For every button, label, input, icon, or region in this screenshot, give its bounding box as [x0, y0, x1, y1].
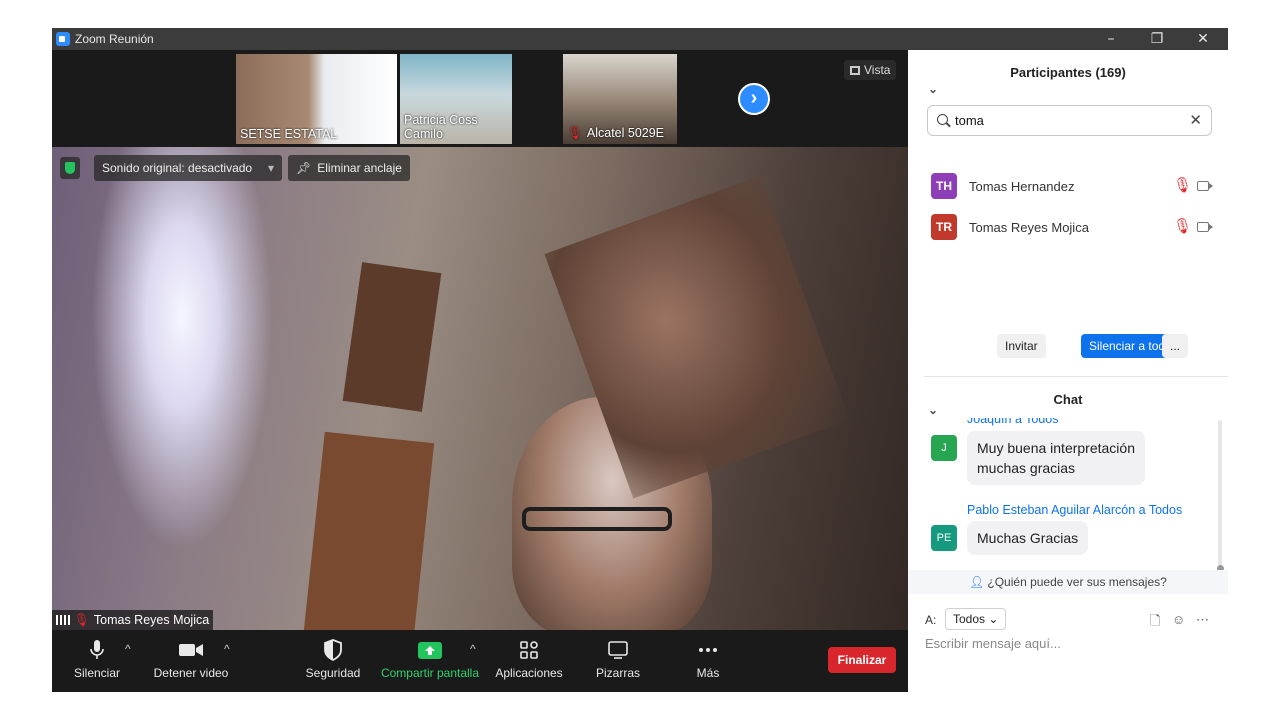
zoom-logo-icon — [56, 32, 70, 46]
speaker-glasses — [522, 507, 672, 531]
chat-sender: Pablo Esteban Aguilar Alarcón a Todos — [967, 503, 1183, 517]
chat-message: Muy buena interpretación muchas gracias — [967, 431, 1145, 485]
who-can-see-link[interactable]: 👤︎ ¿Quién puede ver sus mensajes? — [908, 570, 1228, 594]
recipient-select[interactable]: Todos ⌄ — [945, 608, 1007, 630]
participant-name: Tomas Reyes Mojica — [969, 220, 1089, 235]
search-icon — [937, 114, 948, 125]
title-bar: Zoom Reunión – ❐ ✕ — [52, 28, 1228, 50]
wall-painting — [303, 431, 435, 630]
side-panel: ⌄ Participantes (169) toma ✕ TH Tomas He… — [908, 50, 1228, 692]
participants-header: ⌄ Participantes (169) — [908, 50, 1228, 96]
thumbnail-name: 🎙︎ Alcatel 5029E — [567, 126, 665, 140]
stop-video-button[interactable]: Detener video — [150, 638, 232, 680]
end-meeting-button[interactable]: Finalizar — [828, 647, 896, 673]
more-dots-icon — [699, 648, 717, 652]
avatar: TR — [931, 214, 957, 240]
minimize-button[interactable]: – — [1088, 28, 1134, 50]
emoji-icon[interactable]: ☺︎ — [1172, 612, 1185, 627]
chat-scrollbar[interactable] — [1217, 420, 1224, 572]
video-camera-icon[interactable] — [1197, 222, 1213, 232]
clear-search-icon[interactable]: ✕ — [1189, 111, 1202, 129]
muted-mic-icon[interactable]: 🎙︎ — [1173, 217, 1192, 235]
invite-button[interactable]: Invitar — [997, 334, 1046, 358]
video-camera-icon[interactable] — [1197, 181, 1213, 191]
apps-icon — [520, 641, 538, 659]
chevron-down-icon: ▾ — [267, 161, 274, 175]
chat-sender: Joaquín a Todos — [967, 418, 1059, 426]
video-options-caret[interactable]: ^ — [224, 642, 230, 656]
video-stage: SETSE ESTATAL Patricia Coss Camilo 🎙︎ Alc… — [52, 50, 908, 692]
view-button[interactable]: Vista — [844, 60, 897, 80]
shield-icon — [324, 639, 342, 662]
muted-mic-icon: 🎙︎ — [567, 126, 583, 140]
muted-mic-icon[interactable]: 🎙︎ — [1173, 176, 1192, 194]
chat-recipient-row: A: Todos ⌄ 🗋︎ ☺︎ ⋯ — [908, 606, 1228, 634]
avatar: TH — [931, 173, 957, 199]
more-button[interactable]: Más — [690, 638, 726, 680]
person-info-icon: 👤︎ — [969, 575, 985, 589]
more-dots-icon[interactable]: ⋯ — [1196, 612, 1209, 628]
restore-button[interactable]: ❐ — [1134, 28, 1180, 50]
thumbnail-name: SETSE ESTATAL — [240, 127, 338, 141]
thumbnail-alcatel[interactable]: 🎙︎ Alcatel 5029E — [563, 54, 677, 144]
whiteboards-button[interactable]: Pizarras — [593, 638, 643, 680]
muted-mic-icon: 🎙︎ — [74, 613, 90, 627]
participant-row[interactable]: TR Tomas Reyes Mojica 🎙︎ — [908, 210, 1228, 246]
unpin-button[interactable]: 📌︎ Eliminar anclaje — [288, 155, 410, 181]
pin-icon: 📌︎ — [296, 161, 312, 175]
security-button[interactable]: Seguridad — [304, 638, 362, 680]
participant-name: Tomas Hernandez — [969, 179, 1075, 194]
thumbnail-strip: SETSE ESTATAL Patricia Coss Camilo 🎙︎ Alc… — [52, 50, 908, 147]
close-window-button[interactable]: ✕ — [1180, 28, 1226, 50]
whiteboard-icon — [608, 641, 628, 659]
window-title: Zoom Reunión — [75, 32, 154, 46]
share-options-caret[interactable]: ^ — [470, 642, 476, 656]
participant-row[interactable]: TH Tomas Hernandez 🎙︎ — [908, 169, 1228, 205]
video-camera-icon — [179, 644, 203, 656]
share-screen-icon — [418, 642, 442, 659]
security-shield-icon[interactable] — [60, 157, 80, 179]
chat-message: Muchas Gracias — [967, 521, 1089, 555]
apps-button[interactable]: Aplicaciones — [494, 638, 564, 680]
mute-button[interactable]: Silenciar — [74, 638, 120, 680]
thumbnail-patricia[interactable]: Patricia Coss Camilo — [400, 54, 512, 144]
chat-message-input[interactable]: Escribir mensaje aquí... — [925, 636, 1061, 651]
thumbnail-setse[interactable]: SETSE ESTATAL — [236, 54, 397, 144]
audio-options-caret[interactable]: ^ — [125, 642, 131, 656]
next-page-arrow[interactable]: › — [738, 83, 770, 115]
file-icon[interactable]: 🗋︎ — [1150, 612, 1160, 634]
divider — [924, 376, 1228, 377]
participants-more-button[interactable]: ... — [1162, 334, 1189, 358]
main-speaker-video: Sonido original: desactivado ▾ 📌︎ Eliminar… — [52, 147, 908, 630]
microphone-icon — [90, 640, 104, 659]
signal-bars-icon — [56, 615, 70, 625]
zoom-window: Zoom Reunión – ❐ ✕ SETSE ESTATAL Patrici… — [52, 28, 1228, 692]
thumbnail-name: Patricia Coss Camilo — [404, 113, 478, 141]
original-sound-toggle[interactable]: Sonido original: desactivado ▾ — [94, 155, 282, 181]
avatar: PE — [931, 525, 957, 551]
chevron-down-icon: ⌄ — [988, 612, 999, 626]
grid-view-icon — [850, 66, 860, 75]
participant-search-input[interactable]: toma ✕ — [927, 105, 1212, 136]
chat-header: ⌄ Chat — [908, 382, 1228, 418]
avatar: J — [931, 435, 957, 461]
speaker-name-label: 🎙︎ Tomas Reyes Mojica — [52, 610, 214, 630]
wall-picture — [342, 262, 442, 412]
share-screen-button[interactable]: Compartir pantalla — [380, 638, 480, 680]
meeting-toolbar: Silenciar ^ Detener video ^ Seguridad Co… — [52, 630, 908, 692]
to-label: A: — [925, 613, 937, 627]
chat-messages: Joaquín a Todos J Muy buena interpretaci… — [908, 418, 1228, 568]
